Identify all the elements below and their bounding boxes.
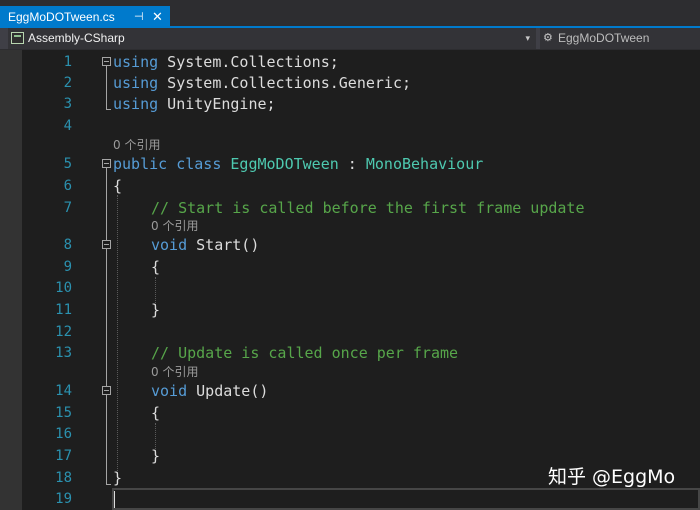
line-number: 19 — [55, 491, 72, 507]
code-editor[interactable]: 1 2 3 4 5 6 7 8 9 10 11 12 13 14 15 16 1… — [0, 50, 700, 510]
line-number: 3 — [63, 96, 72, 112]
code-token: // Update is called once per frame — [151, 344, 459, 362]
line-number: 7 — [63, 200, 72, 216]
code-token: } — [113, 469, 123, 487]
line-number: 2 — [63, 75, 72, 91]
code-line[interactable]: void Update() — [151, 381, 268, 401]
tab-title: EggMoDOTween.cs — [8, 10, 115, 24]
code-token: System.Collections.Generic; — [158, 74, 412, 92]
document-tab-strip: EggMoDOTween.cs ⊣ ✕ — [0, 0, 700, 28]
class-icon: ⚙ — [543, 32, 553, 44]
code-line[interactable]: // Start is called before the first fram… — [151, 198, 584, 218]
code-token: using — [113, 74, 159, 92]
line-number: 18 — [55, 470, 72, 486]
code-token: System.Collections; — [158, 53, 339, 71]
project-icon — [11, 32, 24, 44]
collapse-icon[interactable] — [102, 57, 111, 66]
codelens-references[interactable]: 0 个引用 — [151, 218, 198, 234]
code-line[interactable]: { — [151, 403, 160, 423]
document-tab[interactable]: EggMoDOTween.cs ⊣ ✕ — [0, 6, 170, 28]
code-token: { — [151, 258, 161, 276]
line-number: 16 — [55, 426, 72, 442]
line-number: 8 — [63, 237, 72, 253]
text-caret — [114, 491, 115, 508]
code-line[interactable]: // Update is called once per frame — [151, 343, 458, 363]
code-token: Start() — [187, 236, 260, 254]
outline-line — [106, 66, 107, 109]
collapse-icon[interactable] — [102, 240, 111, 249]
code-line[interactable]: using UnityEngine; — [113, 94, 276, 114]
line-number: 12 — [55, 324, 72, 340]
indent-guide — [117, 195, 118, 473]
line-number: 5 — [63, 156, 72, 172]
project-dropdown[interactable]: Assembly-CSharp ▾ — [8, 28, 536, 49]
code-token: } — [151, 447, 161, 465]
member-dropdown[interactable]: ⚙ EggMoDOTween — [540, 28, 700, 49]
pin-icon[interactable]: ⊣ — [134, 6, 144, 28]
collapse-icon[interactable] — [102, 386, 111, 395]
code-token: public class — [113, 155, 222, 173]
code-token: using — [113, 95, 159, 113]
outline-line — [106, 168, 107, 484]
line-number: 14 — [55, 383, 72, 399]
code-line[interactable]: } — [151, 446, 160, 466]
line-number: 9 — [63, 259, 72, 275]
code-token: void — [151, 382, 188, 400]
code-line[interactable]: public class EggMoDOTween : MonoBehaviou… — [113, 154, 483, 174]
code-token: EggMoDOTween — [230, 155, 339, 173]
line-number: 4 — [63, 118, 72, 134]
line-number: 1 — [63, 54, 72, 70]
line-number: 11 — [55, 302, 72, 318]
collapse-icon[interactable] — [102, 159, 111, 168]
chevron-down-icon: ▾ — [525, 33, 530, 43]
indicator-margin — [0, 50, 22, 510]
code-token: : — [338, 155, 366, 173]
codelens-references[interactable]: 0 个引用 — [113, 137, 160, 153]
close-icon[interactable]: ✕ — [152, 6, 163, 28]
watermark: 知乎 @EggMo — [548, 466, 676, 488]
code-line[interactable]: using System.Collections; — [113, 52, 339, 72]
member-label: EggMoDOTween — [558, 31, 650, 45]
line-number: 17 — [55, 448, 72, 464]
codelens-references[interactable]: 0 个引用 — [151, 364, 198, 380]
code-line[interactable]: { — [113, 176, 122, 196]
navigation-bar: Assembly-CSharp ▾ ⚙ EggMoDOTween — [0, 28, 700, 50]
line-number: 13 — [55, 345, 72, 361]
code-token: UnityEngine; — [158, 95, 276, 113]
outline-end — [106, 484, 111, 485]
code-line[interactable]: { — [151, 257, 160, 277]
code-token: MonoBehaviour — [365, 155, 484, 173]
code-token: Update() — [187, 382, 269, 400]
code-token: // Start is called before the first fram… — [151, 199, 585, 217]
code-line[interactable]: void Start() — [151, 235, 259, 255]
project-label: Assembly-CSharp — [28, 31, 125, 45]
line-number: 6 — [63, 178, 72, 194]
code-token: void — [151, 236, 188, 254]
code-line[interactable]: using System.Collections.Generic; — [113, 73, 411, 93]
code-token: using — [113, 53, 159, 71]
outline-end — [106, 109, 111, 110]
current-line-highlight — [112, 488, 700, 510]
code-line[interactable]: } — [113, 468, 122, 488]
code-token: } — [151, 301, 161, 319]
code-token: { — [151, 404, 161, 422]
code-token: { — [113, 177, 123, 195]
line-number: 10 — [55, 280, 72, 296]
line-number: 15 — [55, 405, 72, 421]
code-line[interactable]: } — [151, 300, 160, 320]
